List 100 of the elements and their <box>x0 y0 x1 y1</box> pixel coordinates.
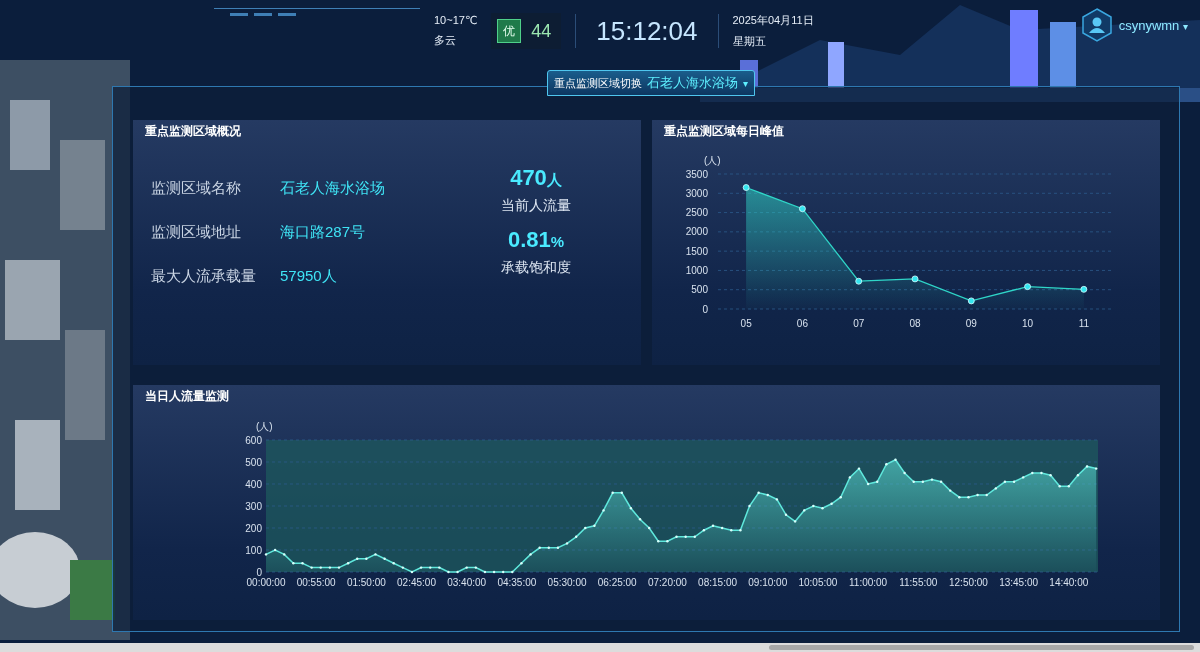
field-value: 57950人 <box>280 267 337 286</box>
data-point <box>1022 476 1025 479</box>
data-point <box>584 526 587 530</box>
data-point <box>830 502 833 505</box>
tick-label: 14:40:00 <box>1049 577 1089 588</box>
tick-label: 0 <box>256 566 262 578</box>
scrollbar-thumb[interactable] <box>769 645 1194 650</box>
axis-label: (人) <box>704 155 721 166</box>
data-point <box>456 570 459 574</box>
tick-label: 400 <box>245 478 262 490</box>
stat-label: 承载饱和度 <box>501 259 571 277</box>
data-point <box>911 275 919 283</box>
tick-label: 07:20:00 <box>647 577 687 588</box>
data-point <box>365 557 368 560</box>
data-point <box>666 540 669 543</box>
data-point <box>866 482 870 486</box>
data-point <box>620 491 623 494</box>
air-quality-grade: 优 <box>497 19 522 43</box>
tick-label: 11 <box>1078 318 1090 329</box>
data-point <box>803 509 806 512</box>
date: 2025年04月11日 <box>732 13 814 28</box>
tick-label: 1000 <box>685 264 708 276</box>
data-point <box>575 535 578 538</box>
data-point <box>283 553 286 556</box>
data-point <box>839 496 842 499</box>
data-point <box>529 553 532 556</box>
field-label: 监测区域地址 <box>151 223 242 242</box>
tick-label: 1500 <box>685 245 708 257</box>
user-avatar-icon[interactable] <box>1080 8 1113 42</box>
clock-time: 15:12:04 <box>595 15 699 47</box>
tick-label: 09 <box>965 318 977 329</box>
data-point <box>429 566 432 569</box>
tick-label: 500 <box>691 284 708 296</box>
data-point <box>319 566 322 569</box>
tick-label: 3500 <box>685 168 708 180</box>
data-point <box>912 480 915 483</box>
data-point <box>742 184 750 191</box>
data-point <box>684 535 687 538</box>
data-point <box>784 513 788 516</box>
data-point <box>593 524 596 527</box>
data-point <box>793 520 797 523</box>
data-point <box>1031 471 1034 475</box>
data-point <box>447 570 450 574</box>
data-point <box>301 562 304 565</box>
tick-label: 09:10:00 <box>748 577 788 588</box>
tick-label: 00:55:00 <box>296 577 336 588</box>
data-point <box>848 476 852 479</box>
data-point <box>1049 474 1052 477</box>
tick-label: 300 <box>245 500 262 512</box>
stat-value: 470人 <box>510 165 562 191</box>
data-point <box>967 496 970 499</box>
user-menu[interactable]: csynywmn ▾ <box>1118 17 1188 33</box>
tick-label: 03:40:00 <box>447 577 487 588</box>
tick-label: 06:25:00 <box>597 577 637 588</box>
tick-label: 02:45:00 <box>397 577 436 588</box>
data-point <box>799 205 806 213</box>
data-point <box>1058 485 1061 488</box>
tick-label: 06 <box>796 318 808 329</box>
data-point <box>657 540 660 543</box>
data-point <box>857 467 861 470</box>
tick-label: 08:15:00 <box>698 577 738 588</box>
panel-title: 重点监测区域每日峰值 <box>663 123 785 140</box>
tick-label: 2000 <box>685 226 708 238</box>
data-point <box>474 566 478 569</box>
field-value: 石老人海水浴场 <box>280 179 385 198</box>
data-point <box>1094 467 1098 470</box>
data-point <box>958 496 961 499</box>
tick-label: 00:00:00 <box>246 577 286 588</box>
tick-label: 05:30:00 <box>547 577 587 588</box>
data-point <box>383 557 386 560</box>
data-point <box>465 566 468 569</box>
data-point <box>392 562 395 565</box>
data-point <box>1012 480 1016 483</box>
data-point <box>1003 480 1007 483</box>
scrollbar[interactable] <box>0 643 1200 652</box>
data-point <box>949 489 952 492</box>
data-point <box>273 548 277 552</box>
data-point <box>629 507 633 510</box>
field-label: 最大人流承载量 <box>151 267 257 286</box>
data-point <box>310 566 313 569</box>
area-switch-dropdown[interactable]: 重点监测区域切换 石老人海水浴场 ▾ <box>547 70 756 96</box>
data-point <box>1085 465 1089 468</box>
tick-label: 07 <box>853 318 865 329</box>
tick-label: 500 <box>245 456 262 468</box>
data-point <box>812 504 815 508</box>
tick-label: 2500 <box>685 207 708 219</box>
panel-title: 当日人流量监测 <box>144 388 230 405</box>
data-point <box>547 546 550 549</box>
data-point <box>565 542 569 545</box>
tick-label: 100 <box>245 544 262 556</box>
tick-label: 600 <box>245 434 262 446</box>
data-point <box>264 553 268 556</box>
data-point <box>292 562 295 565</box>
data-point <box>328 566 332 569</box>
tick-label: 10 <box>1022 318 1034 329</box>
data-point <box>483 570 487 574</box>
weather-condition: 多云 <box>434 33 457 48</box>
field-value: 海口路287号 <box>280 223 366 242</box>
data-point <box>748 504 751 508</box>
data-point <box>1076 474 1080 477</box>
